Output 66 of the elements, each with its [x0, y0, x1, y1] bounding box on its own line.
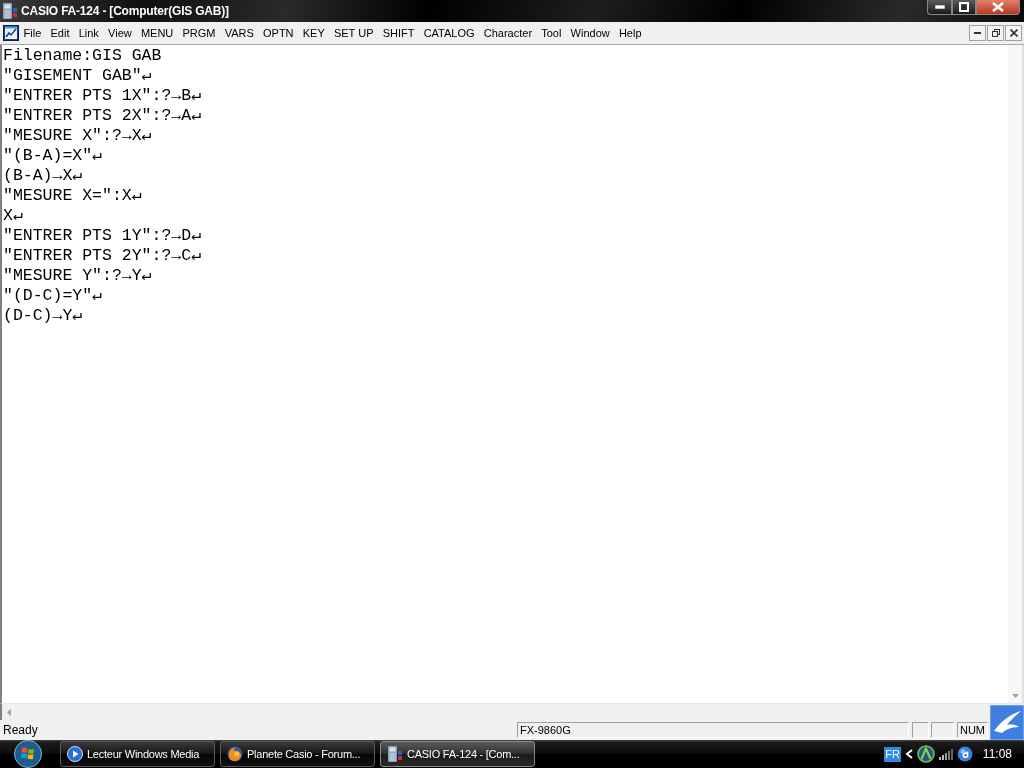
menu-item[interactable]: File: [19, 25, 46, 41]
swirl-globe-icon: [227, 746, 243, 762]
menu-item[interactable]: Window: [566, 25, 615, 41]
code-line: "ENTRER PTS 1X":?→B↵: [3, 86, 203, 106]
code-line: "ENTRER PTS 1Y":?→D↵: [3, 226, 203, 246]
horizontal-scrollbar[interactable]: [0, 703, 1024, 720]
close-icon: [992, 2, 1004, 12]
code-line: (D-C)→Y↵: [3, 306, 84, 326]
clock: 11:08: [982, 746, 1012, 763]
filename-label: Filename:GIS GAB: [3, 46, 163, 66]
language-indicator[interactable]: FR: [884, 746, 901, 762]
restore-icon: [959, 2, 969, 12]
chart-window-icon[interactable]: [3, 25, 19, 41]
menu-item[interactable]: Edit: [45, 25, 75, 41]
menu-item[interactable]: Character: [479, 25, 537, 41]
menu-item[interactable]: MENU: [136, 25, 178, 41]
num-lock-indicator: NUM: [956, 722, 988, 738]
code-line: "(D-C)=Y"↵: [3, 286, 104, 306]
minimize-icon: [934, 5, 945, 9]
code-line: "GISEMENT GAB"↵: [3, 66, 153, 86]
menu-item[interactable]: Help: [614, 25, 647, 41]
minimize-button[interactable]: [927, 0, 952, 15]
model-panel: FX-9860G: [516, 722, 909, 738]
code-line: "ENTRER PTS 2Y":?→C↵: [3, 246, 203, 266]
menu-item[interactable]: OPTN: [258, 25, 299, 41]
peak-circle-icon[interactable]: [916, 745, 935, 763]
code-line: "(B-A)=X"↵: [3, 146, 104, 166]
menu-item[interactable]: KEY: [298, 25, 330, 41]
close-icon: [1009, 29, 1018, 37]
menu-item[interactable]: SET UP: [329, 25, 379, 41]
bird-icon[interactable]: [990, 705, 1024, 740]
play-circle-icon: [67, 746, 83, 762]
code-line: X↵: [3, 206, 24, 226]
restore-button[interactable]: [987, 25, 1004, 41]
code-line: "ENTRER PTS 2X":?→A↵: [3, 106, 203, 126]
vertical-scrollbar[interactable]: [1008, 45, 1024, 703]
code-line: "MESURE X=":X↵: [3, 186, 143, 206]
menu-item[interactable]: PRGM: [177, 25, 221, 41]
code-line: "MESURE Y":?→Y↵: [3, 266, 153, 286]
taskbar-button[interactable]: Lecteur Windows Media: [60, 741, 215, 767]
menu-item[interactable]: SHIFT: [378, 25, 420, 41]
status-panel: [930, 722, 954, 738]
calculator-icon: [387, 746, 403, 762]
globe-icon[interactable]: [956, 746, 973, 762]
menu-item[interactable]: Link: [74, 25, 104, 41]
close-button[interactable]: [976, 0, 1020, 15]
taskbar-button[interactable]: CASIO FA-124 - [Com...: [380, 741, 535, 767]
window-title: CASIO FA-124 - [Computer(GIS GAB)]: [21, 3, 229, 20]
restore-icon: [991, 29, 1000, 37]
code-line: "MESURE X":?→X↵: [3, 126, 153, 146]
close-button[interactable]: [1005, 25, 1022, 41]
minimize-button[interactable]: [969, 25, 986, 41]
windows-logo-icon: [14, 740, 42, 768]
minimize-icon: [974, 32, 981, 34]
menu-item[interactable]: VARS: [220, 25, 259, 41]
chevron-left-icon[interactable]: [904, 749, 913, 759]
menu-item[interactable]: Tool: [536, 25, 566, 41]
restore-button[interactable]: [952, 0, 976, 15]
taskbar-button[interactable]: Planete Casio - Forum...: [220, 741, 375, 767]
signal-icon[interactable]: [938, 748, 953, 760]
menu-item[interactable]: View: [103, 25, 137, 41]
menu-item[interactable]: CATALOG: [419, 25, 480, 41]
calculator-icon: [2, 3, 18, 19]
code-line: (B-A)→X↵: [3, 166, 84, 186]
status-panel: [911, 722, 929, 738]
status-message: Ready: [2, 722, 39, 739]
